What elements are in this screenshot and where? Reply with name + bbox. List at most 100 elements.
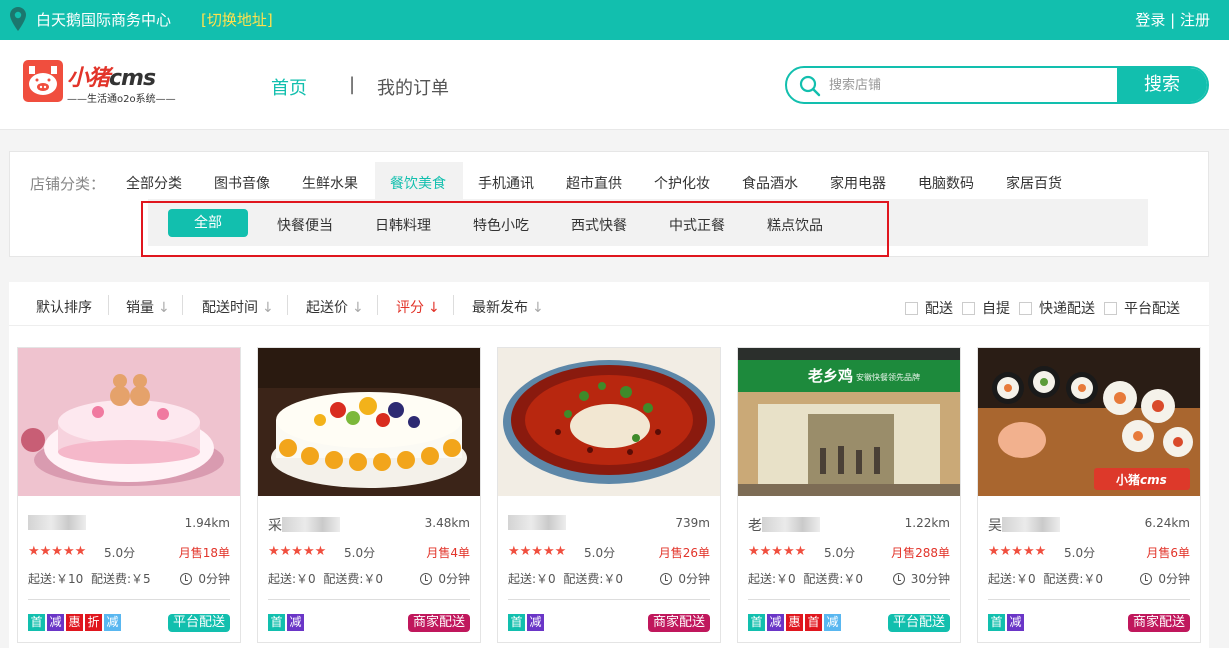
sort-sales[interactable]: 销量 ↓ — [126, 297, 170, 317]
category-label: 店铺分类： — [30, 175, 106, 193]
shop-name[interactable]: 吴 — [988, 515, 1098, 533]
shop-score: 5.0分 — [584, 546, 616, 560]
location-pin-icon — [9, 6, 27, 36]
sort-default[interactable]: 默认排序 — [36, 297, 92, 317]
monthly-sales: 月售18单 — [178, 546, 230, 560]
shop-name[interactable] — [28, 515, 138, 533]
shop-score: 5.0分 — [1064, 546, 1096, 560]
subcategory-chinese[interactable]: 中式正餐 — [669, 215, 725, 235]
checkbox-icon — [905, 302, 918, 315]
filter-pickup-checkbox[interactable]: 自提 — [962, 298, 1010, 318]
shop-card[interactable]: 小猪cms 吴 6.24km ★★★★★ 5.0分 月售6单 起送:￥0 配送费… — [977, 347, 1201, 643]
category-fresh-fruit[interactable]: 生鲜水果 — [302, 173, 358, 193]
category-appliances[interactable]: 家用电器 — [830, 173, 886, 193]
arrow-down-icon: ↓ — [262, 300, 274, 316]
sort-divider — [453, 295, 454, 315]
sort-divider — [377, 295, 378, 315]
shop-image-storefront[interactable]: 老乡鸡 安徽快餐领先品牌 — [738, 348, 960, 496]
arrow-down-icon: ↓ — [532, 300, 544, 316]
shop-name[interactable]: 老 — [748, 515, 858, 533]
card-divider — [748, 599, 950, 600]
promo-badges: 首减惠首减 — [748, 614, 843, 632]
shop-name[interactable] — [508, 515, 618, 533]
category-mobile[interactable]: 手机通讯 — [478, 173, 534, 193]
nav-home[interactable]: 首页 — [271, 74, 307, 100]
shop-score: 5.0分 — [824, 546, 856, 560]
subcategory-western[interactable]: 西式快餐 — [571, 215, 627, 235]
category-food-drinks[interactable]: 食品酒水 — [742, 173, 798, 193]
shop-card[interactable]: 1.94km ★★★★★ 5.0分 月售18单 起送:￥10 配送费:￥5 0分… — [17, 347, 241, 643]
shop-image-sushi[interactable]: 小猪cms — [978, 348, 1200, 496]
subcategory-fast-food[interactable]: 快餐便当 — [277, 215, 333, 235]
shop-fees: 起送:￥0 配送费:￥0 — [508, 572, 624, 586]
shop-name[interactable]: 采 — [268, 515, 378, 533]
sort-min-order[interactable]: 起送价 ↓ — [306, 297, 364, 317]
nav-my-orders[interactable]: 我的订单 — [377, 74, 449, 100]
sort-divider — [182, 295, 183, 315]
discount-badge: 减 — [104, 614, 121, 631]
delivery-time: 0分钟 — [1140, 570, 1190, 587]
shop-card[interactable]: 老乡鸡 安徽快餐领先品牌 老 1.22km ★★★★★ 5.0分 月售288单 … — [737, 347, 961, 643]
platform-delivery-badge: 平台配送 — [887, 614, 950, 632]
blurred-name — [282, 517, 340, 532]
search-input[interactable] — [829, 68, 1119, 102]
category-food-dining[interactable]: 餐饮美食 — [390, 173, 446, 193]
blurred-name — [28, 515, 86, 530]
sort-newest[interactable]: 最新发布 ↓ — [472, 297, 544, 317]
discount-badge: 减 — [527, 614, 544, 631]
blurred-name — [762, 517, 820, 532]
category-all[interactable]: 全部分类 — [126, 173, 182, 193]
shop-image-fish-dish[interactable] — [498, 348, 720, 496]
subcategory-pastry-drinks[interactable]: 糕点饮品 — [767, 215, 823, 235]
shop-image-fruit-cake[interactable] — [258, 348, 480, 496]
shop-card[interactable]: 采 3.48km ★★★★★ 5.0分 月售4单 起送:￥0 配送费:￥0 0分… — [257, 347, 481, 643]
filter-express-checkbox[interactable]: 快递配送 — [1019, 298, 1095, 318]
sort-divider — [287, 295, 288, 315]
nav-separator: | — [349, 74, 356, 95]
blurred-name — [508, 515, 566, 530]
shop-delivery-badge: 商家配送 — [1127, 614, 1190, 632]
search-bar: 搜索 — [785, 66, 1209, 104]
filter-platform-checkbox[interactable]: 平台配送 — [1104, 298, 1180, 318]
category-panel: 店铺分类： 全部分类 图书音像 生鲜水果 餐饮美食 手机通讯 超市直供 个护化妆… — [9, 151, 1209, 257]
monthly-sales: 月售288单 — [891, 546, 950, 560]
shop-distance: 739m — [675, 516, 710, 530]
login-link[interactable]: 登录 — [1135, 11, 1165, 29]
shop-delivery-badge: 商家配送 — [407, 614, 470, 632]
discount-badge: 减 — [1007, 614, 1024, 631]
monthly-sales: 月售4单 — [426, 546, 470, 560]
filter-delivery-checkbox[interactable]: 配送 — [905, 298, 953, 318]
search-button[interactable]: 搜索 — [1117, 68, 1207, 102]
shop-fees: 起送:￥0 配送费:￥0 — [748, 572, 864, 586]
category-home[interactable]: 家居百货 — [1006, 173, 1062, 193]
shop-image-cake[interactable] — [18, 348, 240, 496]
promo-badges: 首减惠折减 — [28, 614, 123, 632]
offer-badge: 惠 — [786, 614, 803, 631]
first-order-badge: 首 — [268, 614, 285, 631]
subcategory-japanese-korean[interactable]: 日韩料理 — [375, 215, 431, 235]
sort-delivery-time[interactable]: 配送时间 ↓ — [202, 297, 274, 317]
shop-distance: 1.22km — [904, 516, 950, 530]
category-personal-care[interactable]: 个护化妆 — [654, 173, 710, 193]
shop-card[interactable]: 739m ★★★★★ 5.0分 月售26单 起送:￥0 配送费:￥0 0分钟 首… — [497, 347, 721, 643]
checkbox-icon — [1019, 302, 1032, 315]
register-link[interactable]: 注册 — [1180, 11, 1210, 29]
shop-score: 5.0分 — [344, 546, 376, 560]
shop-distance: 3.48km — [424, 516, 470, 530]
category-supermarket[interactable]: 超市直供 — [566, 173, 622, 193]
logo-wordmark: 小猪cms — [67, 66, 156, 91]
subcategory-snacks[interactable]: 特色小吃 — [473, 215, 529, 235]
sort-rating[interactable]: 评分 ↓ — [396, 297, 440, 317]
switch-address-link[interactable]: [切换地址] — [201, 9, 273, 30]
site-logo[interactable]: 小猪cms ——生活通o2o系统—— — [23, 60, 183, 108]
category-books[interactable]: 图书音像 — [214, 173, 270, 193]
auth-links: 登录 | 注册 — [1135, 9, 1210, 30]
category-computers[interactable]: 电脑数码 — [918, 173, 974, 193]
shop-delivery-badge: 商家配送 — [647, 614, 710, 632]
delivery-time: 0分钟 — [180, 570, 230, 587]
card-divider — [988, 599, 1190, 600]
card-divider — [508, 599, 710, 600]
subcategory-all[interactable]: 全部 — [168, 209, 248, 237]
monthly-sales: 月售6单 — [1146, 546, 1190, 560]
shop-distance: 6.24km — [1144, 516, 1190, 530]
